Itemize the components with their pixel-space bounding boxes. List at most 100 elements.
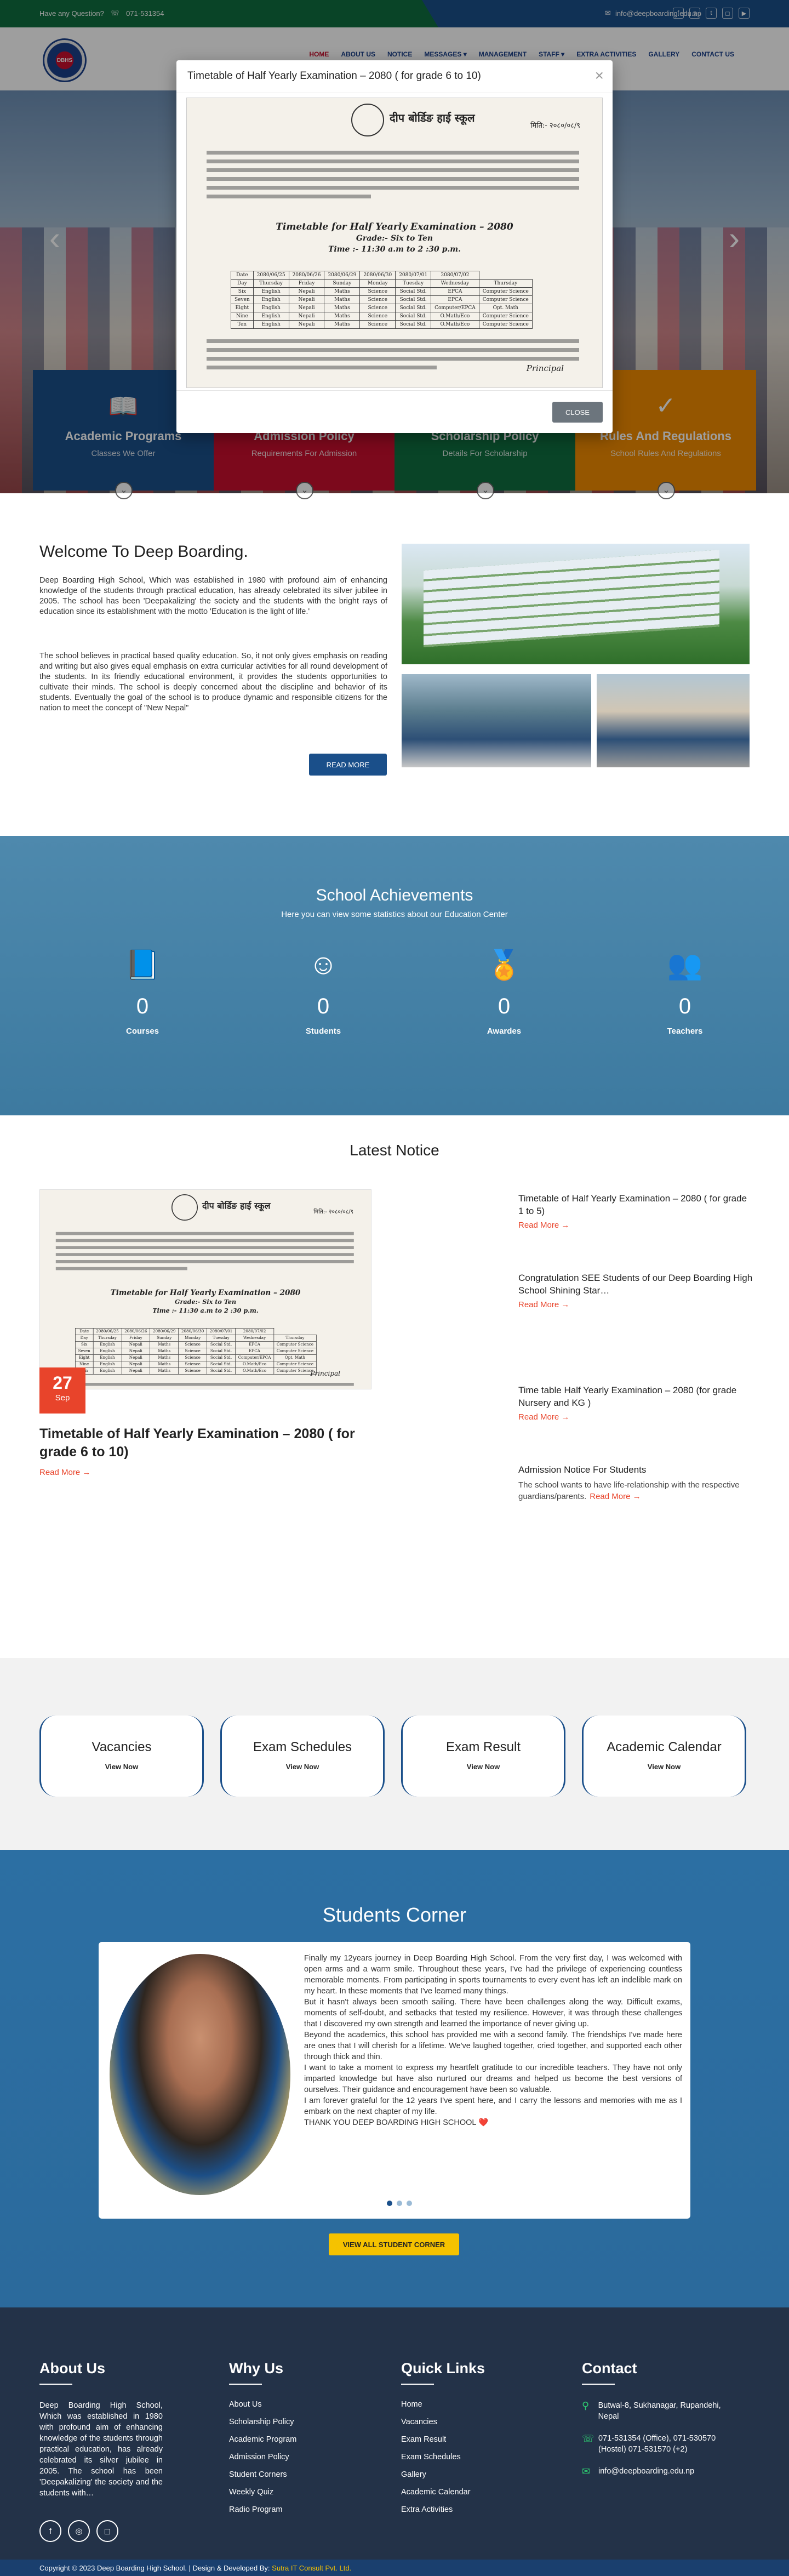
side-notice-read-more[interactable]: Read More → bbox=[518, 1412, 754, 1422]
footer-link[interactable]: Vacancies bbox=[401, 2418, 485, 2426]
notice-thumbnail[interactable]: दीप बोर्डिङ हाई स्कूल मिति:- २०८०/०८/९ Tim… bbox=[39, 1189, 371, 1389]
footer-link[interactable]: Exam Result bbox=[401, 2435, 485, 2444]
doc-heading: Grade:- Six to Ten bbox=[356, 234, 433, 243]
smile-icon: ☺ bbox=[308, 949, 338, 981]
doc-cell: Science bbox=[178, 1367, 207, 1375]
doc-cell: Maths bbox=[324, 304, 361, 312]
doc-cell: Nepali bbox=[288, 312, 325, 321]
side-notice-title[interactable]: Admission Notice For Students bbox=[518, 1463, 754, 1476]
stat-value: 0 bbox=[317, 994, 330, 1018]
view-all-student-corner-button[interactable]: VIEW ALL STUDENT CORNER bbox=[329, 2233, 459, 2255]
doc-text-line bbox=[207, 159, 579, 163]
footer-link[interactable]: About Us bbox=[229, 2400, 296, 2409]
doc-cell: O.Math/Eco bbox=[431, 312, 479, 321]
developer-link[interactable]: Sutra IT Consult Pvt. Ltd. bbox=[272, 2564, 351, 2572]
carousel-dot[interactable] bbox=[397, 2201, 402, 2206]
stat-item: 👥 0 Teachers bbox=[630, 948, 740, 1036]
quick-card[interactable]: Exam Result View Now bbox=[401, 1716, 565, 1797]
quick-card-link[interactable]: View Now bbox=[403, 1763, 564, 1771]
footer-why-title: Why Us bbox=[229, 2360, 296, 2385]
doc-cell: Thursday bbox=[478, 279, 533, 288]
doc-cell: 2080/06/29 bbox=[324, 271, 361, 280]
footer-link[interactable]: Student Corners bbox=[229, 2470, 296, 2479]
doc-cell: 2080/06/26 bbox=[288, 271, 325, 280]
footer-about-text: Deep Boarding High School, Which was est… bbox=[39, 2401, 163, 2498]
doc-cell: Nepali bbox=[288, 320, 325, 329]
footer-link[interactable]: Academic Program bbox=[229, 2435, 296, 2444]
read-more-button[interactable]: READ MORE bbox=[309, 754, 387, 776]
footer-link[interactable]: Radio Program bbox=[229, 2505, 296, 2514]
quick-card[interactable]: Vacancies View Now bbox=[39, 1716, 204, 1797]
quick-card-link[interactable]: View Now bbox=[584, 1763, 745, 1771]
footer-link[interactable]: Academic Calendar bbox=[401, 2488, 485, 2497]
contact-phone[interactable]: ☏ 071-531354 (Office), 071-530570 (Hoste… bbox=[582, 2433, 741, 2455]
quick-card-link[interactable]: View Now bbox=[41, 1763, 202, 1771]
quick-card-title: Exam Result bbox=[445, 1740, 521, 1754]
notice-month: Sep bbox=[55, 1393, 70, 1403]
quick-card[interactable]: Exam Schedules View Now bbox=[220, 1716, 385, 1797]
doc-cell: 2080/06/30 bbox=[178, 1327, 207, 1335]
footer-why-us: Why Us About Us Scholarship Policy Academi… bbox=[229, 2360, 296, 2523]
notice-main-read-more[interactable]: Read More → bbox=[39, 1468, 90, 1477]
close-icon[interactable]: × bbox=[595, 67, 604, 84]
side-notice-title[interactable]: Time table Half Yearly Examination – 208… bbox=[518, 1384, 754, 1409]
footer-link[interactable]: Extra Activities bbox=[401, 2505, 485, 2514]
doc-date: मिति:- २०८०/०८/९ bbox=[313, 1209, 353, 1216]
side-notice-read-more[interactable]: Read More → bbox=[518, 1300, 754, 1309]
carousel-dot[interactable] bbox=[407, 2201, 412, 2206]
doc-cell: Maths bbox=[324, 287, 361, 296]
doc-text-line bbox=[207, 339, 579, 343]
doc-cell: EPCA bbox=[235, 1341, 275, 1348]
footer-link[interactable]: Weekly Quiz bbox=[229, 2488, 296, 2497]
doc-timetable: Date 2080/06/25 2080/06/26 2080/06/29 2080/0… bbox=[75, 1327, 317, 1375]
contact-email[interactable]: ✉ info@deepboarding.edu.np bbox=[582, 2466, 741, 2477]
doc-cell: Maths bbox=[150, 1360, 179, 1368]
doc-cell: Science bbox=[359, 320, 396, 329]
footer-link[interactable]: Home bbox=[401, 2400, 485, 2409]
side-notice-read-more[interactable]: Read More → bbox=[518, 1221, 754, 1230]
doc-school-name: दीप बोर्डिङ हाई स्कूल bbox=[202, 1200, 271, 1211]
quick-card[interactable]: Academic Calendar View Now bbox=[582, 1716, 746, 1797]
phone-numbers[interactable]: 071-531354 (Office), 071-530570 (Hostel)… bbox=[598, 2433, 741, 2455]
instagram-icon[interactable]: ◻ bbox=[96, 2520, 118, 2542]
doc-cell: Opt. Math bbox=[478, 304, 533, 312]
doc-cell: English bbox=[253, 304, 289, 312]
doc-text-line bbox=[207, 348, 579, 352]
quick-card-title: Vacancies bbox=[92, 1740, 152, 1754]
side-notice-title[interactable]: Congratulation SEE Students of our Deep … bbox=[518, 1272, 754, 1297]
side-notice-item[interactable]: Congratulation SEE Students of our Deep … bbox=[518, 1272, 754, 1309]
side-notice-item[interactable]: Admission Notice For Students The school … bbox=[518, 1463, 754, 1502]
doc-cell: 2080/06/25 bbox=[93, 1327, 122, 1335]
footer-email[interactable]: info@deepboarding.edu.np bbox=[598, 2466, 694, 2477]
doc-text-line bbox=[207, 177, 579, 181]
doc-cell: Nepali bbox=[121, 1360, 151, 1368]
facebook-icon[interactable]: f bbox=[39, 2520, 61, 2542]
testimonial-text: Finally my 12years journey in Deep Board… bbox=[304, 1953, 682, 2128]
side-notice-item[interactable]: Timetable of Half Yearly Examination – 2… bbox=[518, 1192, 754, 1230]
quick-card-link[interactable]: View Now bbox=[222, 1763, 383, 1771]
side-notice-read-more[interactable]: Read More → bbox=[590, 1492, 641, 1501]
location-icon: ⚲ bbox=[582, 2400, 590, 2411]
doc-cell: Social Std. bbox=[395, 295, 432, 304]
carousel-dot[interactable] bbox=[387, 2201, 392, 2206]
doc-cell: Science bbox=[359, 312, 396, 321]
close-button[interactable]: CLOSE bbox=[552, 402, 603, 423]
doc-heading: Timetable for Half Yearly Examination – … bbox=[110, 1289, 301, 1297]
footer-link[interactable]: Exam Schedules bbox=[401, 2453, 485, 2461]
doc-cell: Maths bbox=[324, 320, 361, 329]
doc-cell: O.Math/Eco bbox=[235, 1360, 275, 1368]
footer-link[interactable]: Scholarship Policy bbox=[229, 2418, 296, 2426]
side-notice-item[interactable]: Time table Half Yearly Examination – 208… bbox=[518, 1384, 754, 1422]
doc-cell: Nepali bbox=[121, 1354, 151, 1361]
address-text: Butwal-8, Sukhanagar, Rupandehi, Nepal bbox=[598, 2401, 721, 2421]
modal-footer: CLOSE bbox=[176, 390, 613, 433]
achievements-title: School Achievements bbox=[316, 886, 473, 904]
footer-link[interactable]: Gallery bbox=[401, 2470, 485, 2479]
side-notice-title[interactable]: Timetable of Half Yearly Examination – 2… bbox=[518, 1192, 754, 1217]
side-notice-text: The school wants to have life-relationsh… bbox=[518, 1479, 754, 1502]
doc-cell: Nepali bbox=[121, 1341, 151, 1348]
viber-icon[interactable]: ◎ bbox=[68, 2520, 90, 2542]
footer-link[interactable]: Admission Policy bbox=[229, 2453, 296, 2461]
notice-main-title[interactable]: Timetable of Half Yearly Examination – 2… bbox=[39, 1425, 379, 1461]
doc-school-name: दीप बोर्डिङ हाई स्कूल bbox=[390, 111, 475, 124]
